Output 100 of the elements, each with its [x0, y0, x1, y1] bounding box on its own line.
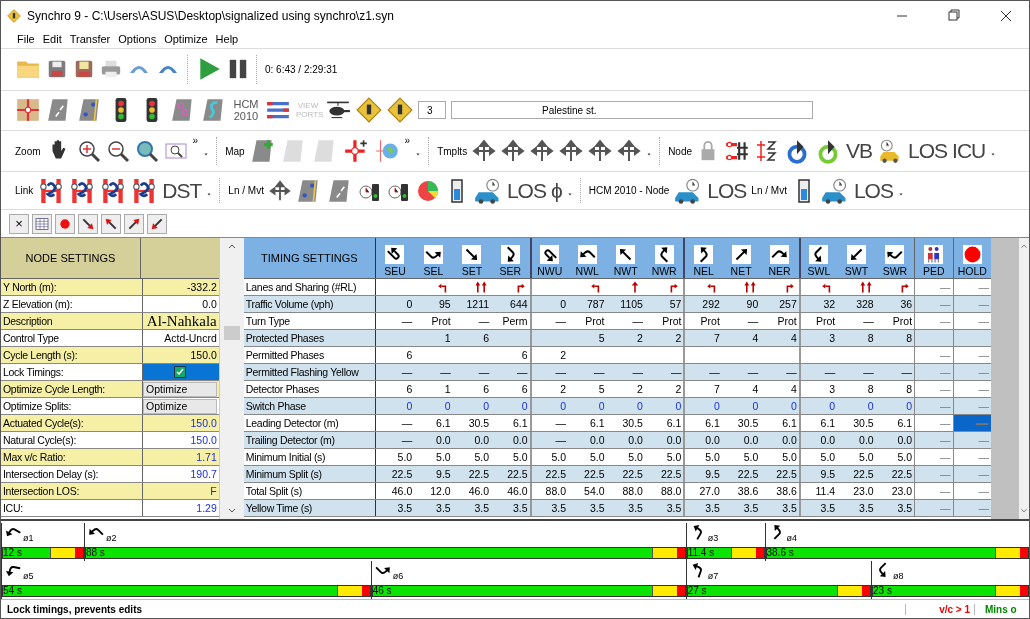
menu-item[interactable]: Options — [118, 32, 157, 45]
table-cell[interactable]: Prot — [815, 315, 836, 328]
table-cell[interactable]: 22.5 — [545, 468, 567, 481]
optimize-button[interactable]: Optimize — [143, 381, 217, 397]
table-cell[interactable]: Prot — [662, 315, 682, 328]
table-cell[interactable]: 7 — [714, 383, 720, 396]
value-cell[interactable]: -332.2 — [187, 281, 217, 294]
table-cell[interactable]: — — [978, 383, 990, 396]
table-cell[interactable]: 3.5 — [436, 502, 451, 515]
table-cell[interactable]: 5.0 — [628, 451, 643, 464]
table-cell[interactable]: 0 — [829, 400, 836, 413]
table-cell[interactable]: 0.0 — [859, 434, 874, 447]
table-cell[interactable]: — — [978, 468, 990, 481]
checkbox[interactable] — [173, 366, 186, 379]
table-cell[interactable]: 9.5 — [820, 468, 836, 481]
table-cell[interactable]: — — [709, 366, 720, 379]
table-cell[interactable]: Perm — [502, 315, 528, 328]
table-cell[interactable]: Prot — [700, 315, 720, 328]
table-cell[interactable]: — — [670, 366, 682, 379]
map-icon[interactable] — [15, 97, 41, 124]
zoom-in-icon[interactable] — [76, 139, 101, 164]
table-cell[interactable]: 6.1 — [666, 417, 682, 430]
value-cell[interactable]: 0.0 — [202, 298, 217, 311]
phase-bar[interactable]: 11.4 s — [686, 547, 765, 560]
table-cell[interactable]: 0.0 — [820, 434, 836, 447]
car-clock-icon[interactable] — [473, 176, 502, 205]
table-cell[interactable]: 6 — [483, 383, 490, 396]
table-cell[interactable]: 0 — [560, 400, 567, 413]
table-cell[interactable]: 4 — [790, 332, 797, 345]
table-cell[interactable]: — — [747, 315, 759, 328]
pause-icon[interactable] — [227, 58, 249, 81]
table-cell[interactable]: 23.0 — [891, 485, 913, 498]
more-button[interactable]: » — [404, 134, 411, 146]
table-cell[interactable]: 3.5 — [666, 502, 682, 515]
table-cell[interactable]: 644 — [510, 298, 528, 311]
table-cell[interactable]: 0.0 — [782, 434, 797, 447]
menu-item[interactable]: Help — [215, 32, 239, 45]
table-cell[interactable]: — — [940, 349, 951, 362]
table-cell[interactable]: 0 — [752, 400, 759, 413]
table-cell[interactable]: 36 — [900, 298, 913, 311]
table-cell[interactable]: 27.0 — [699, 485, 720, 498]
table-cell[interactable]: 3 — [829, 332, 836, 345]
pie-chart-icon[interactable] — [415, 178, 440, 203]
table-cell[interactable]: 32 — [823, 298, 836, 311]
table-cell[interactable]: 5.0 — [705, 451, 720, 464]
table-cell[interactable]: 22.5 — [584, 468, 605, 481]
table-cell[interactable]: 7 — [714, 332, 720, 345]
table-cell[interactable]: Prot — [431, 315, 451, 328]
table-cell[interactable]: 3.5 — [820, 502, 836, 515]
table-cell[interactable]: 5.0 — [820, 451, 836, 464]
dst-button[interactable]: DST — [162, 178, 202, 203]
table-cell[interactable]: 30.5 — [853, 417, 874, 430]
table-cell[interactable]: 12.0 — [430, 485, 451, 498]
table-cell[interactable]: 257 — [779, 298, 797, 311]
table-cell[interactable]: 38.6 — [776, 485, 797, 498]
table-cell[interactable]: 0.0 — [743, 434, 759, 447]
table-cell[interactable]: 6 — [521, 383, 528, 396]
description-field[interactable]: Al-Nahkala — [146, 312, 217, 330]
table-cell[interactable]: 0 — [675, 400, 682, 413]
table-cell[interactable]: 46.0 — [391, 485, 413, 498]
phase-button[interactable]: ϕ — [550, 178, 562, 203]
table-cell[interactable]: 88.0 — [545, 485, 567, 498]
table-cell[interactable]: 9.5 — [705, 468, 720, 481]
los-button[interactable]: LOS — [506, 178, 546, 203]
table-cell[interactable]: 22.5 — [622, 468, 643, 481]
node-number-field[interactable]: 3 — [418, 101, 446, 120]
lane-arrows-icon[interactable] — [559, 139, 584, 164]
table-cell[interactable]: — — [517, 366, 528, 379]
table-cell[interactable]: 6.1 — [897, 417, 913, 430]
table-cell[interactable]: — — [440, 366, 451, 379]
menu-item[interactable]: Edit — [42, 32, 62, 45]
table-cell[interactable]: — — [401, 315, 413, 328]
table-cell[interactable]: 5.0 — [859, 451, 874, 464]
table-cell[interactable]: — — [978, 315, 990, 328]
table-cell[interactable]: — — [940, 298, 951, 311]
table-cell[interactable]: 3.5 — [782, 502, 797, 515]
table-cell[interactable]: 2 — [675, 383, 682, 396]
table-cell[interactable]: 30.5 — [468, 417, 490, 430]
lane-arrows-icon[interactable] — [268, 179, 291, 202]
lane-arrows-icon[interactable] — [530, 139, 555, 164]
table-cell[interactable]: 3.5 — [512, 502, 528, 515]
table-cell[interactable]: — — [940, 468, 951, 481]
table-cell[interactable]: 2 — [675, 332, 682, 345]
table-cell[interactable]: 5.0 — [397, 451, 413, 464]
table-cell[interactable]: — — [478, 315, 490, 328]
table-cell[interactable]: 22.5 — [853, 468, 874, 481]
table-cell[interactable]: Prot — [585, 315, 605, 328]
phase-bar[interactable]: 27 s — [686, 585, 871, 598]
table-cell[interactable]: 0 — [867, 400, 874, 413]
lane-arrows-icon[interactable] — [472, 139, 497, 164]
table-cell[interactable]: 22.5 — [776, 468, 797, 481]
table-cell[interactable]: — — [863, 366, 874, 379]
menu-item[interactable]: File — [17, 32, 35, 45]
scrollbar-thumb[interactable] — [223, 326, 240, 341]
table-cell[interactable]: 6 — [406, 383, 413, 396]
link-icon[interactable] — [100, 177, 127, 204]
table-cell[interactable]: 4 — [752, 332, 759, 345]
table-cell[interactable]: 5 — [598, 383, 605, 396]
table-cell[interactable]: 5.0 — [512, 451, 528, 464]
table-cell[interactable]: 5.0 — [782, 451, 797, 464]
